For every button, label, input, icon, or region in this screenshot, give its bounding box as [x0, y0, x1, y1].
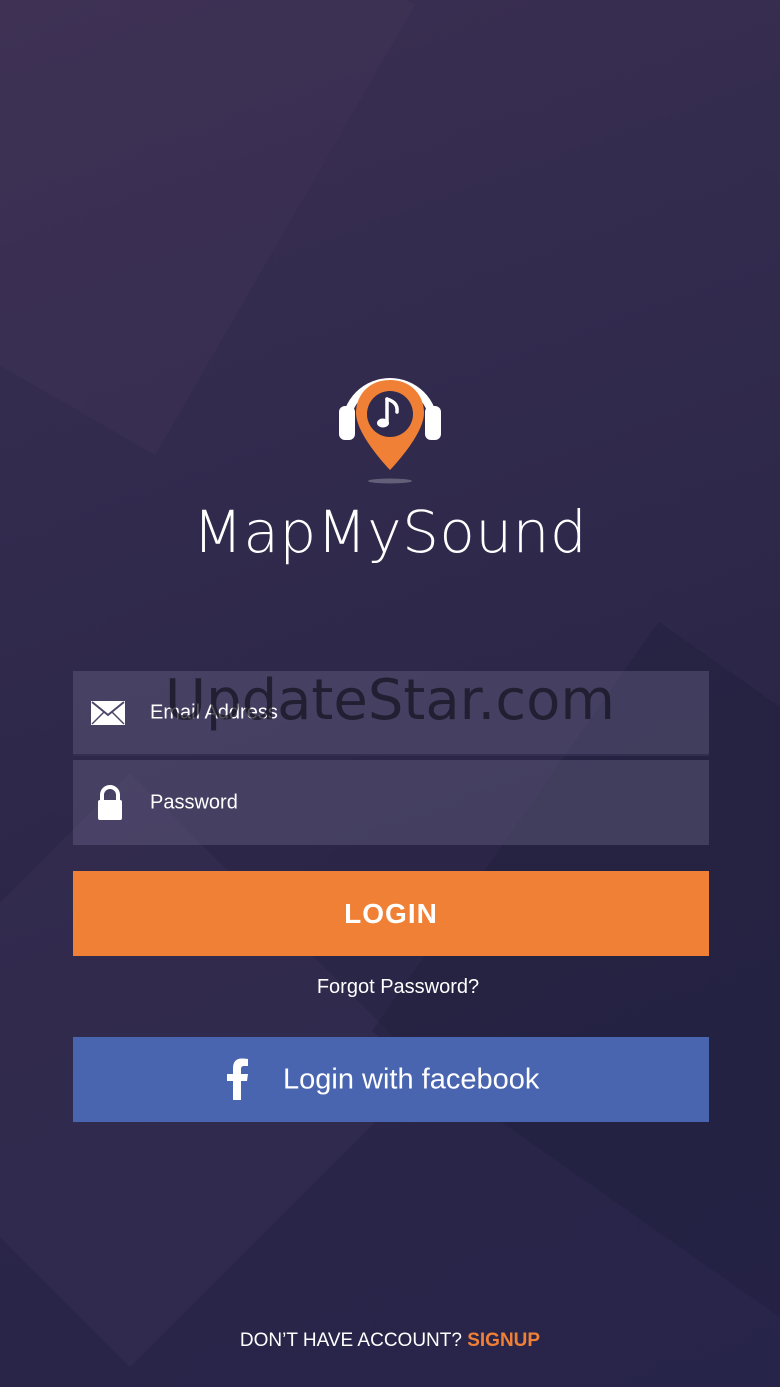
forgot-password-link[interactable]: Forgot Password?	[0, 976, 780, 999]
email-field[interactable]: Email Address	[73, 671, 709, 756]
map-pin-headphones-icon	[339, 378, 441, 484]
signup-row: DON’T HAVE ACCOUNT? SIGNUP	[0, 1330, 780, 1352]
email-placeholder: Email Address	[150, 701, 278, 723]
password-placeholder: Password	[150, 791, 238, 813]
password-field[interactable]: Password	[73, 760, 709, 845]
lock-icon	[98, 784, 122, 820]
facebook-login-button[interactable]: Login with facebook	[73, 1037, 709, 1122]
envelope-icon	[91, 700, 125, 725]
facebook-icon	[227, 1058, 248, 1100]
signup-link[interactable]: SIGNUP	[467, 1330, 540, 1351]
facebook-login-label: Login with facebook	[283, 1063, 540, 1095]
login-button[interactable]: LOGIN	[73, 871, 709, 956]
app-title: MapMySound	[192, 498, 588, 566]
signup-prompt: DON’T HAVE ACCOUNT?	[239, 1330, 462, 1351]
